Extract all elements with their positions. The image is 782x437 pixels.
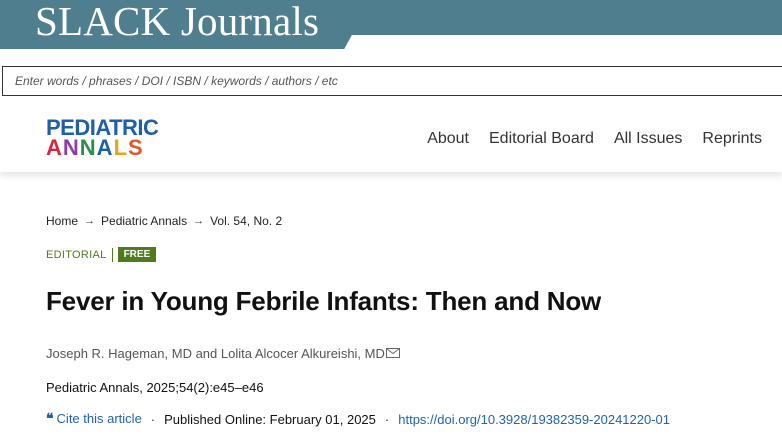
main-nav: About Editorial Board All Issues Reprint… [427, 130, 762, 148]
arrow-right-icon: → [84, 215, 96, 227]
cite-label: Cite this article [56, 411, 142, 426]
slack-journals-logo[interactable]: SLACK Journals [35, 0, 319, 45]
pediatric-annals-logo[interactable]: PEDIATRIC ANNALS [46, 117, 178, 160]
breadcrumb-journal[interactable]: Pediatric Annals [101, 214, 187, 228]
separator-dot: · [150, 412, 156, 427]
nav-about[interactable]: About [427, 130, 469, 148]
envelope-icon[interactable] [385, 347, 400, 358]
arrow-right-icon: → [193, 215, 205, 227]
cite-this-article-link[interactable]: ❝ Cite this article [46, 411, 142, 428]
section-label: EDITORIAL [46, 247, 113, 262]
published-date: Published Online: February 01, 2025 [164, 412, 376, 427]
logo-line-annals: ANNALS [46, 135, 144, 160]
doi-link[interactable]: https://doi.org/10.3928/19382359-2024122… [398, 412, 670, 427]
breadcrumb: Home → Pediatric Annals → Vol. 54, No. 2 [46, 214, 282, 228]
quote-icon: ❝ [46, 412, 54, 427]
search-bar [2, 66, 782, 96]
article-authors: Joseph R. Hageman, MD and Lolita Alcocer… [46, 346, 400, 361]
author-names: Joseph R. Hageman, MD and Lolita Alcocer… [46, 346, 385, 361]
nav-all-issues[interactable]: All Issues [614, 130, 682, 148]
article-tags: EDITORIAL FREE [46, 247, 157, 262]
search-input[interactable] [3, 67, 782, 95]
article-title: Fever in Young Febrile Infants: Then and… [46, 286, 602, 316]
separator-dot: · [384, 412, 390, 427]
breadcrumb-home[interactable]: Home [46, 214, 78, 228]
nav-editorial-board[interactable]: Editorial Board [489, 130, 594, 148]
article-citation: Pediatric Annals, 2025;54(2):e45–e46 [46, 380, 264, 395]
brand-tab: SLACK Journals [0, 0, 352, 49]
site-header: PEDIATRIC ANNALS About Editorial Board A… [0, 106, 782, 172]
free-badge: FREE [117, 247, 157, 262]
breadcrumb-issue[interactable]: Vol. 54, No. 2 [210, 214, 282, 228]
nav-reprints[interactable]: Reprints [702, 130, 762, 148]
article-meta: ❝ Cite this article · Published Online: F… [46, 411, 670, 428]
